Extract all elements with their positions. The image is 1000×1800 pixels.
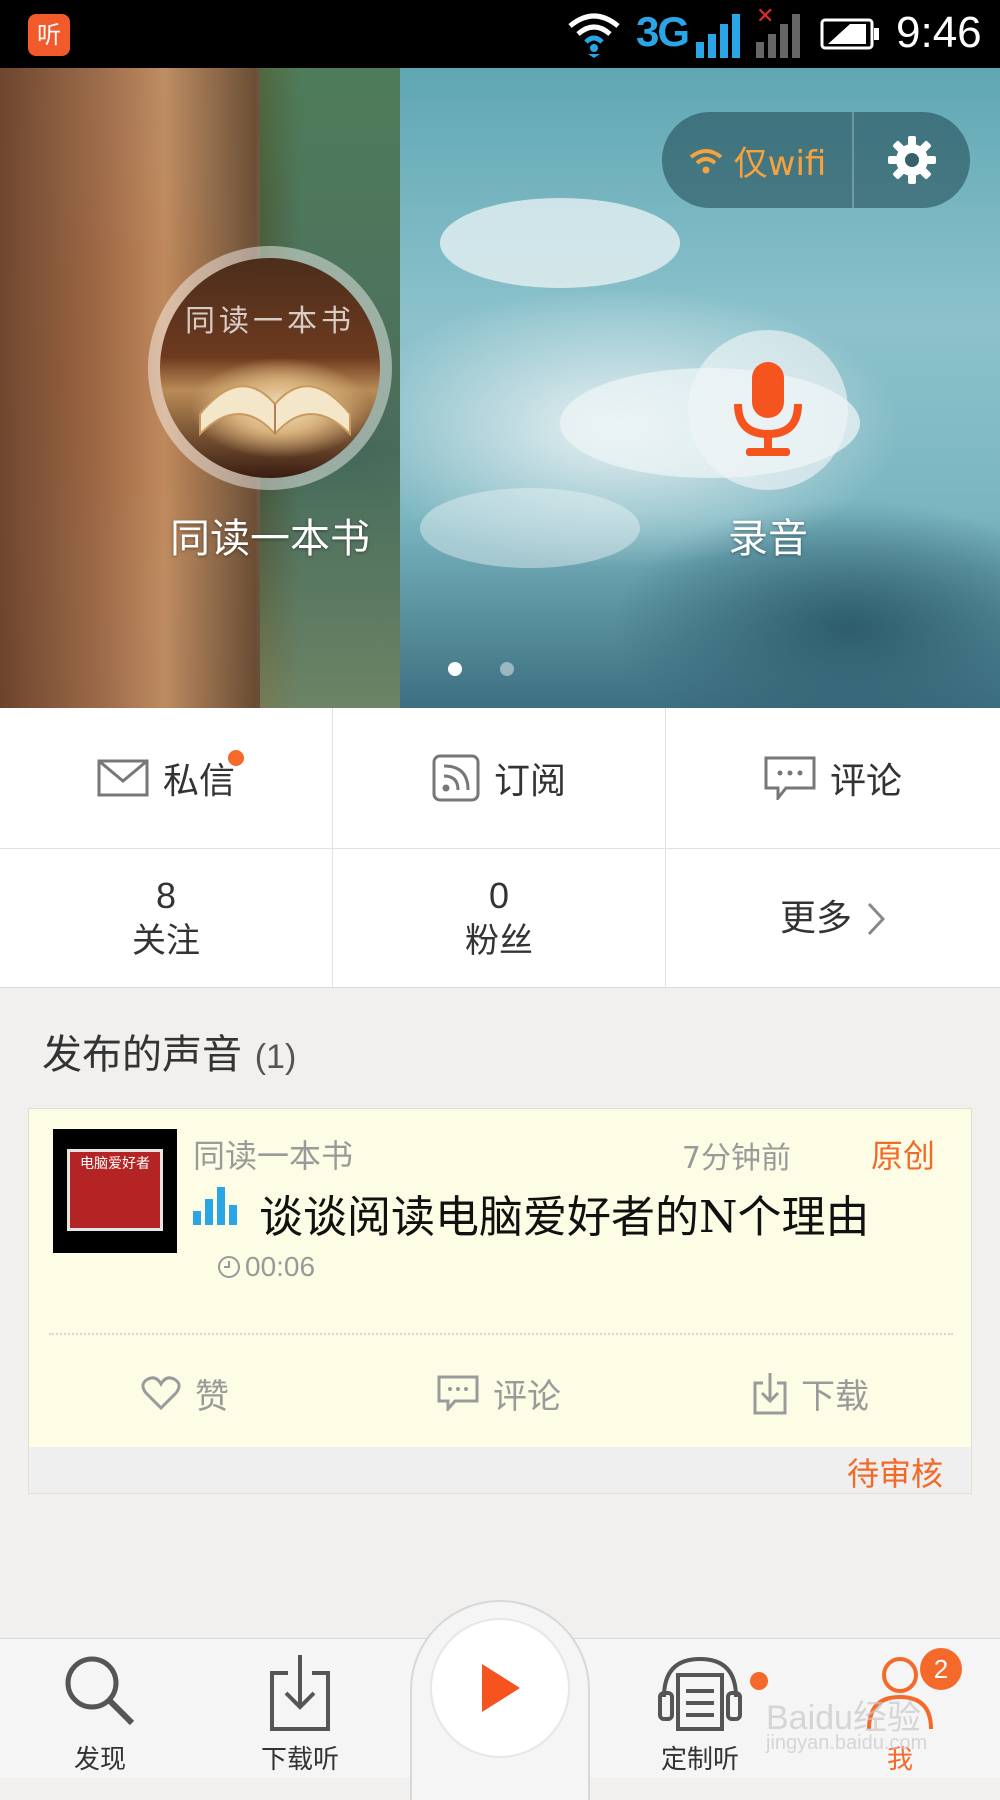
published-section-title: 发布的声音 (1): [42, 1022, 296, 1080]
wifi-settings-pill: 仅wifi: [662, 112, 970, 208]
nav-downloads[interactable]: 下载听: [220, 1639, 380, 1779]
following-label: 关注: [132, 920, 200, 961]
page-dot: [500, 662, 514, 676]
profile-username: 同读一本书: [170, 516, 370, 562]
subscribe-button[interactable]: 订阅: [333, 708, 666, 848]
custom-new-dot: [750, 1672, 768, 1690]
page-dot-active: [448, 662, 462, 676]
audio-bars-icon: [193, 1187, 237, 1225]
open-book-icon: [199, 385, 351, 437]
nav-discover-icon-wrap: [20, 1653, 180, 1729]
watermark-url: jingyan.baidu.com: [766, 1732, 928, 1754]
background-cloud: [440, 198, 680, 288]
clock: 9:46: [896, 8, 982, 57]
download-button[interactable]: 下载: [753, 1363, 869, 1423]
avatar-image: 同读一本书: [160, 258, 380, 478]
track-card[interactable]: 电脑爱好者 同读一本书 7分钟前 原创 谈谈阅读电脑爱好者的N个理由 00:06…: [28, 1108, 972, 1494]
published-count: (1): [254, 1038, 297, 1076]
envelope-icon: [97, 759, 149, 797]
more-label: 更多: [779, 897, 852, 939]
gear-icon: [888, 136, 936, 184]
settings-button[interactable]: [854, 112, 970, 208]
fans-label: 粉丝: [465, 920, 533, 961]
play-icon: [482, 1664, 520, 1712]
profile-header: 仅wifi 同读一本书 同读一本书 录音: [0, 68, 1000, 708]
avatar[interactable]: 同读一本书: [148, 246, 392, 490]
track-title[interactable]: 谈谈阅读电脑爱好者的N个理由: [259, 1181, 870, 1245]
comments-button[interactable]: 评论: [666, 708, 1000, 848]
nav-custom-label: 定制听: [660, 1745, 739, 1775]
avatar-caption: 同读一本书: [185, 304, 355, 339]
messages-label: 私信: [162, 761, 235, 802]
review-status-bar: 待审核: [29, 1447, 971, 1493]
nav-custom-icon-wrap: [620, 1653, 780, 1733]
wifi-signal-icon: [568, 13, 620, 58]
nav-discover[interactable]: 发现: [20, 1639, 180, 1779]
download-icon: [753, 1373, 787, 1415]
clock-icon: [218, 1256, 240, 1278]
fans-stat[interactable]: 0 粉丝: [333, 849, 666, 988]
cover-title: 电脑爱好者: [80, 1156, 150, 1172]
comment-icon: [764, 756, 816, 800]
track-author: 同读一本书: [193, 1137, 354, 1175]
pending-review-status: 待审核: [846, 1455, 943, 1493]
record-button[interactable]: [688, 330, 848, 490]
like-label: 赞: [195, 1376, 229, 1417]
battery-icon: [820, 18, 879, 50]
comments-label: 评论: [829, 761, 902, 802]
subscribe-label: 订阅: [493, 761, 566, 802]
messages-button[interactable]: 私信: [0, 708, 333, 848]
wifi-icon: [689, 149, 722, 174]
original-tag: 原创: [870, 1137, 935, 1175]
nav-downloads-label: 下载听: [260, 1745, 339, 1775]
heart-icon: [141, 1376, 181, 1411]
nav-downloads-icon-wrap: [220, 1653, 380, 1733]
cell-signal-icon: [696, 12, 746, 58]
fans-count: 0: [488, 874, 510, 916]
track-time-ago: 7分钟前: [681, 1141, 791, 1176]
network-type: 3G: [636, 8, 690, 55]
comment-button[interactable]: 评论: [437, 1363, 561, 1423]
following-count: 8: [155, 874, 177, 916]
headphones-icon: [658, 1656, 742, 1731]
record-label: 录音: [728, 516, 808, 562]
search-icon: [65, 1656, 135, 1726]
unread-dot: [228, 750, 244, 766]
chevron-right-icon: [867, 902, 886, 935]
nav-custom[interactable]: 定制听: [620, 1639, 780, 1779]
rss-icon: [432, 754, 480, 802]
download-icon: [270, 1655, 330, 1731]
like-button[interactable]: 赞: [141, 1363, 229, 1423]
nav-discover-label: 发现: [73, 1745, 126, 1775]
following-stat[interactable]: 8 关注: [0, 849, 333, 988]
comment-label: 评论: [493, 1376, 561, 1417]
player-hub: [410, 1600, 590, 1800]
microphone-icon: [734, 362, 802, 456]
me-notification-badge: 2: [920, 1648, 962, 1690]
page-indicator: [0, 662, 1000, 676]
duration-value: 00:06: [245, 1251, 316, 1282]
wifi-only-label: 仅wifi: [733, 143, 827, 184]
download-label: 下载: [801, 1376, 869, 1417]
status-bar: 听 3G ✕ 9:46: [0, 0, 1000, 68]
more-button[interactable]: 更多: [666, 849, 1000, 988]
card-divider: [49, 1333, 953, 1335]
play-button[interactable]: [432, 1620, 568, 1756]
app-notification-icon: 听: [28, 14, 70, 56]
no-signal-mark-icon: ✕: [756, 4, 775, 29]
wifi-only-toggle[interactable]: 仅wifi: [662, 112, 854, 208]
track-cover: 电脑爱好者: [53, 1129, 177, 1253]
background-cloud: [420, 488, 640, 568]
comment-icon: [437, 1375, 479, 1411]
profile-action-grid: 私信 订阅 评论 8 关注 0 粉丝 更多: [0, 708, 1000, 988]
published-title: 发布的声音: [42, 1032, 242, 1078]
track-duration: 00:06: [217, 1251, 315, 1283]
